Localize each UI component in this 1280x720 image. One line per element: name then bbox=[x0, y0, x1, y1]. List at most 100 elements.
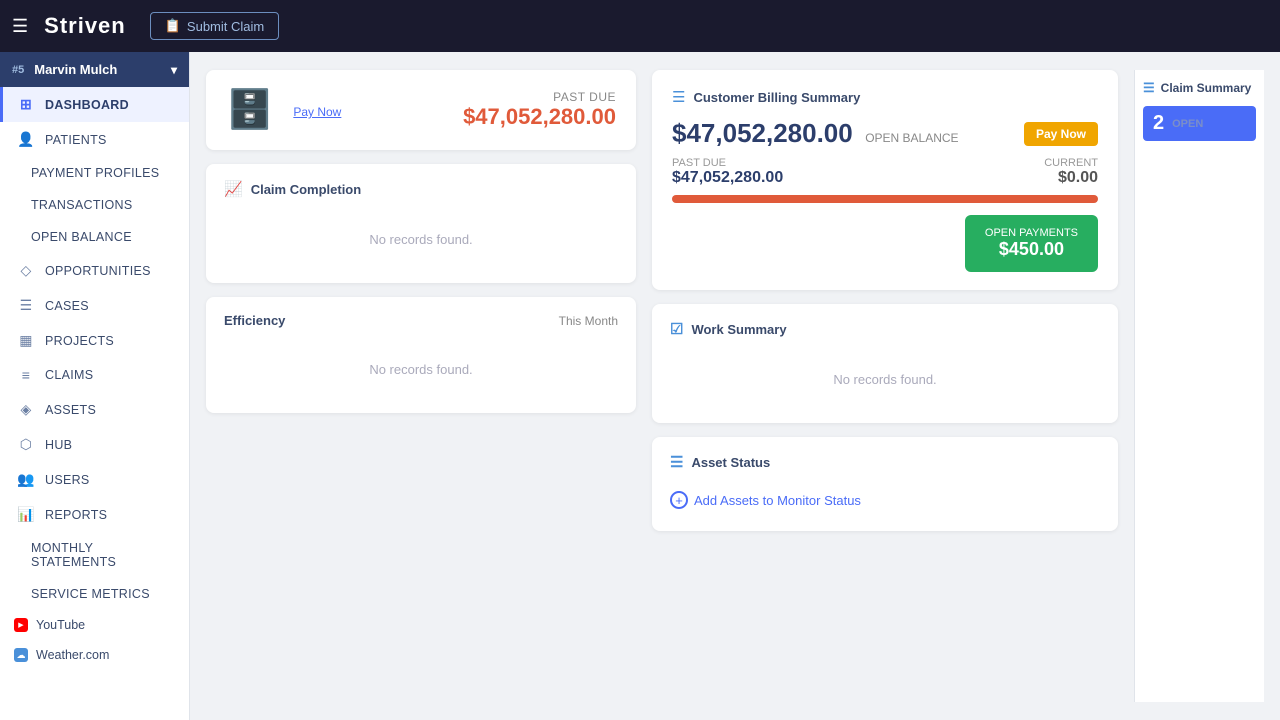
billing-current-label: CURRENT bbox=[1044, 157, 1098, 169]
plus-circle-icon: + bbox=[670, 491, 688, 509]
monthly-statements-label: MONTHLY STATEMENTS bbox=[31, 541, 175, 569]
sidebar-item-projects[interactable]: ▦ PROJECTS bbox=[0, 323, 189, 358]
youtube-icon bbox=[14, 618, 28, 632]
billing-current-col: CURRENT $0.00 bbox=[1044, 157, 1098, 187]
billing-balance-group: $47,052,280.00 OPEN BALANCE bbox=[672, 118, 959, 149]
panel-count: 2 bbox=[1153, 112, 1164, 135]
reports-icon: 📊 bbox=[17, 506, 35, 523]
sidebar-item-opportunities[interactable]: ◇ OPPORTUNITIES bbox=[0, 253, 189, 288]
reports-label: REPORTS bbox=[45, 508, 107, 522]
sidebar-item-patients-label: PATIENTS bbox=[45, 133, 107, 147]
sidebar-user[interactable]: #5 Marvin Mulch ▾ bbox=[0, 52, 189, 87]
add-assets-label: Add Assets to Monitor Status bbox=[694, 493, 861, 508]
sidebar-item-payment-profiles[interactable]: PAYMENT PROFILES bbox=[0, 157, 189, 189]
billing-balance-row: $47,052,280.00 OPEN BALANCE Pay Now bbox=[672, 118, 1098, 149]
submit-claim-button[interactable]: 📋 Submit Claim bbox=[150, 12, 279, 40]
past-due-right: PAST DUE $47,052,280.00 bbox=[463, 90, 616, 130]
past-due-icon: 🗄️ bbox=[226, 88, 273, 132]
asset-status-icon: ☰ bbox=[670, 453, 683, 471]
billing-pay-now-button[interactable]: Pay Now bbox=[1024, 122, 1098, 146]
cases-icon: ☰ bbox=[17, 297, 35, 314]
sidebar-item-hub[interactable]: ⬡ HUB bbox=[0, 427, 189, 462]
panel-title: ☰ Claim Summary bbox=[1143, 80, 1256, 96]
right-panel: ☰ Claim Summary 2 OPEN bbox=[1134, 70, 1264, 702]
claim-completion-icon: 📈 bbox=[224, 180, 243, 198]
opportunities-label: OPPORTUNITIES bbox=[45, 264, 151, 278]
add-assets-link[interactable]: + Add Assets to Monitor Status bbox=[670, 485, 1100, 515]
panel-title-text: Claim Summary bbox=[1161, 81, 1252, 95]
sidebar-item-open-balance[interactable]: OPEN BALANCE bbox=[0, 221, 189, 253]
main-layout: #5 Marvin Mulch ▾ ⊞ DASHBOARD 👤 PATIENTS… bbox=[0, 52, 1280, 720]
billing-amounts-row: PAST DUE $47,052,280.00 CURRENT $0.00 bbox=[672, 157, 1098, 187]
sidebar-item-users[interactable]: 👥 USERS bbox=[0, 462, 189, 497]
right-column: ☰ Customer Billing Summary $47,052,280.0… bbox=[652, 70, 1118, 702]
youtube-label: YouTube bbox=[36, 618, 85, 632]
logo-text: Striven bbox=[44, 13, 126, 39]
claims-icon: ≡ bbox=[17, 367, 35, 383]
submit-claim-label: Submit Claim bbox=[187, 19, 264, 34]
cases-label: CASES bbox=[45, 299, 89, 313]
user-chevron-icon: ▾ bbox=[171, 63, 177, 77]
sidebar-external-weather[interactable]: Weather.com bbox=[0, 640, 189, 670]
sidebar-item-dashboard[interactable]: ⊞ DASHBOARD bbox=[0, 87, 189, 122]
work-summary-no-records: No records found. bbox=[670, 352, 1100, 407]
billing-balance-amount: $47,052,280.00 bbox=[672, 118, 853, 148]
assets-label: ASSETS bbox=[45, 403, 96, 417]
work-summary-title: ☑ Work Summary bbox=[670, 320, 1100, 338]
billing-title: Customer Billing Summary bbox=[693, 90, 860, 105]
sidebar-item-transactions[interactable]: TRANSACTIONS bbox=[0, 189, 189, 221]
hub-label: HUB bbox=[45, 438, 72, 452]
sidebar-item-service-metrics[interactable]: SERVICE METRICS bbox=[0, 578, 189, 610]
payment-profiles-label: PAYMENT PROFILES bbox=[31, 166, 159, 180]
weather-icon bbox=[14, 648, 28, 662]
sidebar-item-cases[interactable]: ☰ CASES bbox=[0, 288, 189, 323]
projects-label: PROJECTS bbox=[45, 334, 114, 348]
assets-icon: ◈ bbox=[17, 401, 35, 418]
billing-summary-card: ☰ Customer Billing Summary $47,052,280.0… bbox=[652, 70, 1118, 290]
sidebar-external-youtube[interactable]: YouTube bbox=[0, 610, 189, 640]
content-area: 🗄️ Pay Now PAST DUE $47,052,280.00 📈 Cla… bbox=[190, 52, 1280, 720]
users-label: USERS bbox=[45, 473, 90, 487]
open-balance-label: OPEN BALANCE bbox=[31, 230, 132, 244]
hub-icon: ⬡ bbox=[17, 436, 35, 453]
asset-status-card: ☰ Asset Status + Add Assets to Monitor S… bbox=[652, 437, 1118, 531]
open-payments-button[interactable]: OPEN PAYMENTS $450.00 bbox=[965, 215, 1098, 272]
claims-label: CLAIMS bbox=[45, 368, 93, 382]
user-id: #5 bbox=[12, 64, 24, 76]
billing-past-due-amount: $47,052,280.00 bbox=[672, 169, 783, 187]
billing-past-due-col: PAST DUE $47,052,280.00 bbox=[672, 157, 783, 187]
sidebar-item-dashboard-label: DASHBOARD bbox=[45, 98, 129, 112]
claim-completion-card: 📈 Claim Completion No records found. bbox=[206, 164, 636, 283]
efficiency-period: This Month bbox=[559, 314, 618, 328]
panel-status: OPEN bbox=[1172, 118, 1203, 130]
efficiency-card: Efficiency This Month No records found. bbox=[206, 297, 636, 413]
topbar-logo: Striven bbox=[44, 13, 126, 39]
sidebar-item-reports[interactable]: 📊 REPORTS bbox=[0, 497, 189, 532]
claim-completion-no-records: No records found. bbox=[224, 212, 618, 267]
open-balance-label: OPEN BALANCE bbox=[865, 131, 958, 145]
sidebar-item-claims[interactable]: ≡ CLAIMS bbox=[0, 358, 189, 392]
user-name: Marvin Mulch bbox=[34, 62, 117, 77]
open-payments-label: OPEN PAYMENTS bbox=[985, 227, 1078, 239]
transactions-label: TRANSACTIONS bbox=[31, 198, 133, 212]
service-metrics-label: SERVICE METRICS bbox=[31, 587, 150, 601]
patients-icon: 👤 bbox=[17, 131, 35, 148]
sidebar: #5 Marvin Mulch ▾ ⊞ DASHBOARD 👤 PATIENTS… bbox=[0, 52, 190, 720]
sidebar-item-monthly-statements[interactable]: MONTHLY STATEMENTS bbox=[0, 532, 189, 578]
past-due-amount: $47,052,280.00 bbox=[463, 104, 616, 130]
asset-status-title: ☰ Asset Status bbox=[670, 453, 1100, 471]
users-icon: 👥 bbox=[17, 471, 35, 488]
sidebar-item-patients[interactable]: 👤 PATIENTS bbox=[0, 122, 189, 157]
sidebar-item-assets[interactable]: ◈ ASSETS bbox=[0, 392, 189, 427]
efficiency-no-records: No records found. bbox=[224, 342, 618, 397]
opportunities-icon: ◇ bbox=[17, 262, 35, 279]
efficiency-title: Efficiency bbox=[224, 313, 285, 328]
work-summary-card: ☑ Work Summary No records found. bbox=[652, 304, 1118, 423]
topbar: ☰ Striven 📋 Submit Claim bbox=[0, 0, 1280, 52]
billing-progress-bar bbox=[672, 195, 1098, 203]
pay-now-link[interactable]: Pay Now bbox=[293, 105, 341, 119]
left-column: 🗄️ Pay Now PAST DUE $47,052,280.00 📈 Cla… bbox=[206, 70, 636, 702]
hamburger-icon[interactable]: ☰ bbox=[12, 16, 28, 37]
submit-claim-icon: 📋 bbox=[165, 18, 181, 34]
billing-current-amount: $0.00 bbox=[1044, 169, 1098, 187]
